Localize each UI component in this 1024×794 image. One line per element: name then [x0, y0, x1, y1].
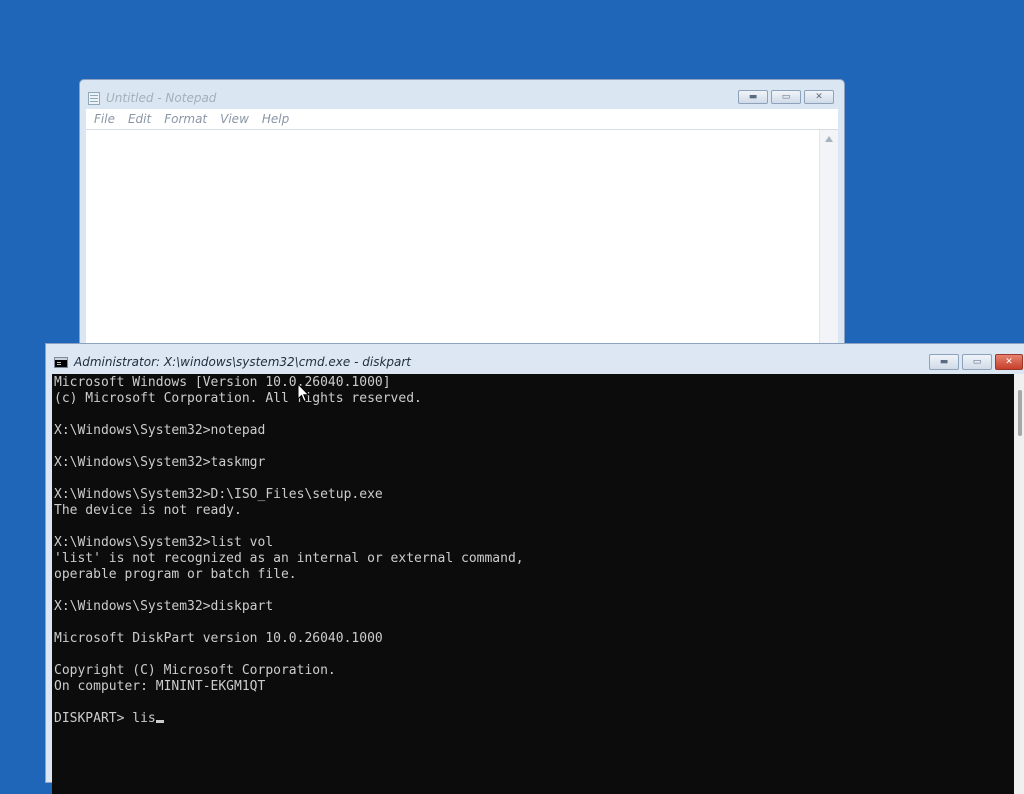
console-line: Copyright (C) Microsoft Corporation.: [54, 663, 336, 678]
text-cursor: [155, 720, 164, 723]
console-line: On computer: MININT-EKGM1QT: [54, 679, 266, 694]
notepad-text-area[interactable]: [86, 129, 838, 358]
console-line: The device is not ready.: [54, 503, 242, 518]
cmd-window[interactable]: Administrator: X:\windows\system32\cmd.e…: [45, 343, 1024, 794]
notepad-menubar: File Edit Format View Help: [86, 109, 838, 129]
cmd-title: Administrator: X:\windows\system32\cmd.e…: [74, 355, 412, 369]
console-line: operable program or batch file.: [54, 567, 297, 582]
cmd-maximize-button[interactable]: ▭: [962, 354, 992, 370]
notepad-window-controls: ▬ ▭ ✕: [735, 90, 834, 104]
notepad-icon: [88, 91, 100, 105]
notepad-title: Untitled - Notepad: [106, 91, 217, 105]
cmd-icon: [54, 356, 68, 368]
menu-file[interactable]: File: [94, 112, 115, 126]
console-line: (c) Microsoft Corporation. All rights re…: [54, 391, 422, 406]
console-line: X:\Windows\System32>notepad: [54, 423, 266, 438]
cmd-minimize-button[interactable]: ▬: [929, 354, 959, 370]
notepad-maximize-button[interactable]: ▭: [771, 90, 801, 104]
menu-format[interactable]: Format: [164, 112, 207, 126]
menu-edit[interactable]: Edit: [128, 112, 151, 126]
notepad-close-button[interactable]: ✕: [804, 90, 834, 104]
console-line: Microsoft DiskPart version 10.0.26040.10…: [54, 631, 383, 646]
console-line: X:\Windows\System32>taskmgr: [54, 455, 266, 470]
console-line: X:\Windows\System32>list vol: [54, 535, 274, 550]
menu-help[interactable]: Help: [262, 112, 289, 126]
console-line: X:\Windows\System32>diskpart: [54, 599, 274, 614]
cmd-scrollbar[interactable]: [1014, 374, 1024, 794]
console-text: Microsoft Windows [Version 10.0.26040.10…: [54, 375, 524, 727]
scroll-up-arrow-icon[interactable]: [825, 136, 833, 142]
console-line: X:\Windows\System32>D:\ISO_Files\setup.e…: [54, 487, 383, 502]
console-line: 'list' is not recognized as an internal …: [54, 551, 524, 566]
console-output[interactable]: Microsoft Windows [Version 10.0.26040.10…: [52, 374, 1014, 794]
notepad-scrollbar[interactable]: [819, 130, 838, 358]
notepad-window[interactable]: Untitled - Notepad ▬ ▭ ✕ File Edit Forma…: [79, 79, 845, 359]
cmd-titlebar[interactable]: Administrator: X:\windows\system32\cmd.e…: [54, 354, 411, 370]
console-prompt-line[interactable]: DISKPART> lis: [54, 711, 156, 726]
cmd-scrollbar-thumb[interactable]: [1018, 390, 1022, 436]
notepad-minimize-button[interactable]: ▬: [738, 90, 768, 104]
menu-view[interactable]: View: [220, 112, 249, 126]
cmd-close-button[interactable]: ✕: [995, 354, 1023, 370]
notepad-titlebar[interactable]: Untitled - Notepad: [88, 88, 216, 108]
console-line: Microsoft Windows [Version 10.0.26040.10…: [54, 375, 391, 390]
cmd-window-controls: ▬ ▭ ✕: [929, 354, 1024, 370]
mouse-pointer-icon: [297, 383, 310, 403]
